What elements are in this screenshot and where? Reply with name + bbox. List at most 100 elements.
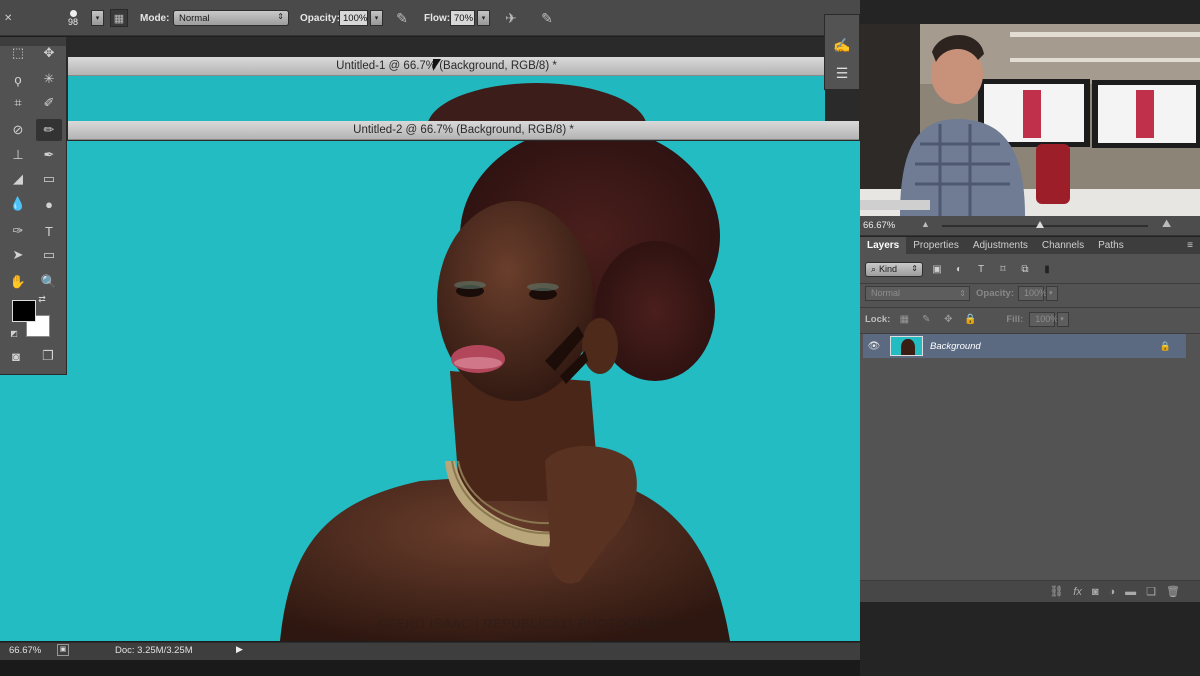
filter-kind-value: Kind (879, 264, 898, 274)
filter-adjustment-icon[interactable]: ◐ (951, 261, 967, 277)
layer-row[interactable]: 👁 Background 🔒 (863, 334, 1186, 358)
lock-pixels-icon[interactable]: ✎ (918, 311, 934, 327)
layer-name[interactable]: Background (930, 341, 981, 352)
status-menu-arrow-icon[interactable]: ▶ (236, 644, 243, 655)
lock-all-icon[interactable]: 🔒 (962, 311, 978, 327)
layer-opacity-field[interactable]: 100% (1018, 285, 1047, 301)
airbrush-icon[interactable]: ✈ (500, 7, 522, 29)
rectangle-icon[interactable]: ▭ (36, 244, 62, 266)
flow-field[interactable]: 70% (450, 10, 475, 26)
screen-mode-icon[interactable]: ❐ (35, 345, 61, 367)
mode-select[interactable]: Normal ⇕ (173, 10, 289, 26)
lock-label: Lock: (865, 313, 891, 325)
layer-opacity-label: Opacity: (976, 287, 1015, 299)
pressure-size-icon[interactable]: ✎ (536, 7, 558, 29)
tab-properties[interactable]: Properties (906, 237, 966, 254)
brush-panel-toggle-icon[interactable]: ▦ (110, 9, 128, 27)
document-window-1[interactable]: Untitled-1 @ 66.7% (Background, RGB/8) * (68, 57, 825, 121)
new-group-icon[interactable]: ▬ (1125, 586, 1136, 598)
status-bar: 66.67% ▣ Doc: 3.25M/3.25M ▶ (0, 642, 900, 660)
navigator-zoom-value[interactable]: 66.67% (863, 220, 895, 231)
lock-position-icon[interactable]: ✥ (940, 311, 956, 327)
panel-menu-icon[interactable]: ≡ (1180, 237, 1200, 254)
default-colors-icon[interactable]: ◩ (7, 327, 21, 339)
tab-paths[interactable]: Paths (1091, 237, 1131, 254)
lock-transparency-icon[interactable]: ▦ (896, 311, 912, 327)
add-mask-icon[interactable]: ◙ (1092, 586, 1099, 598)
eraser-icon[interactable]: ◢ (5, 168, 31, 190)
move-icon[interactable]: ✥ (36, 42, 62, 64)
layer-opacity-dropdown[interactable]: ▾ (1046, 285, 1059, 301)
status-doc-info: Doc: 3.25M/3.25M (115, 645, 193, 656)
collapsed-panel-dock: ✍ ☰ (824, 14, 860, 90)
filter-toggle-icon[interactable]: ▮ (1039, 261, 1055, 277)
zoom-in-icon[interactable]: ⛰ (1162, 218, 1171, 231)
clone-stamp-icon[interactable]: ⊥ (5, 144, 31, 166)
type-icon[interactable]: T (36, 220, 62, 242)
filter-kind-select[interactable]: ⌕ Kind ⇕ (865, 261, 923, 277)
opacity-slider-dropdown[interactable]: ▾ (370, 10, 383, 26)
brush-preset-dropdown[interactable]: ▾ (91, 10, 104, 26)
blend-mode-select[interactable]: Normal ⇕ (865, 285, 970, 301)
zoom-slider-thumb[interactable] (1036, 221, 1044, 228)
marquee-icon[interactable]: ⬚ (5, 42, 31, 64)
layers-panel: Layers Properties Adjustments Channels P… (860, 237, 1200, 602)
blur-icon[interactable]: 💧 (5, 193, 31, 215)
filter-shape-icon[interactable]: ⌑ (995, 261, 1011, 277)
document-1-canvas[interactable] (68, 76, 825, 121)
zoom-out-icon[interactable]: ▲ (921, 219, 930, 229)
crop-icon[interactable]: ⌗ (5, 92, 31, 114)
brush-presets-icon[interactable]: ✍ (831, 37, 853, 57)
brush-settings-icon[interactable]: ☰ (831, 65, 853, 85)
lasso-icon[interactable]: ϙ (5, 68, 31, 90)
brush-preset-picker[interactable]: 98 (68, 0, 78, 36)
document-2-title[interactable]: Untitled-2 @ 66.7% (Background, RGB/8) * (68, 121, 859, 140)
tools-panel: ⬚ ✥ ϙ ✳ ⌗ ✐ ⊘ ✏ ⊥ ✒ ◢ ▭ 💧 ● ✑ T ➤ ▭ ✋ 🔍 … (0, 37, 67, 375)
filter-search-icon: ⌕ (871, 263, 877, 274)
tab-channels[interactable]: Channels (1035, 237, 1091, 254)
tab-adjustments[interactable]: Adjustments (966, 237, 1035, 254)
healing-brush-icon[interactable]: ⊘ (5, 119, 31, 141)
history-brush-icon[interactable]: ✒ (36, 144, 62, 166)
new-layer-icon[interactable]: ❏ (1146, 585, 1156, 598)
fill-field[interactable]: 100% (1029, 311, 1058, 327)
dodge-icon[interactable]: ● (36, 193, 62, 215)
magic-wand-icon[interactable]: ✳ (36, 68, 62, 90)
fill-label: Fill: (1006, 313, 1024, 325)
document-1-title[interactable]: Untitled-1 @ 66.7% (Background, RGB/8) * (68, 57, 825, 76)
tab-layers[interactable]: Layers (860, 237, 907, 254)
status-zoom[interactable]: 66.67% (9, 645, 41, 656)
document-2-canvas[interactable]: ©FERD ISAAC | REPUBLIC311 PHOTOGRAPHY (0, 141, 953, 641)
swap-colors-icon[interactable]: ⇄ (34, 292, 50, 306)
document-window-2[interactable]: Untitled-2 @ 66.7% (Background, RGB/8) * (0, 121, 953, 642)
hair-preview-image (428, 83, 646, 121)
eyedropper-icon[interactable]: ✐ (36, 92, 62, 114)
flow-label: Flow: (424, 12, 451, 24)
layer-style-fx-icon[interactable]: fx (1073, 586, 1082, 598)
foreground-color-swatch[interactable] (12, 300, 36, 322)
quick-mask-icon[interactable]: ◙ (3, 345, 29, 367)
delete-layer-icon[interactable]: 🗑 (1166, 585, 1180, 598)
fill-dropdown[interactable]: ▾ (1057, 311, 1070, 327)
filter-pixel-icon[interactable]: ▣ (929, 261, 945, 277)
link-layers-icon[interactable]: ⛓ (1049, 585, 1063, 598)
pen-icon[interactable]: ✑ (5, 220, 31, 242)
hand-icon[interactable]: ✋ (5, 271, 31, 293)
layers-panel-tabs: Layers Properties Adjustments Channels P… (860, 237, 1200, 254)
layer-thumbnail[interactable] (890, 336, 923, 356)
gradient-icon[interactable]: ▭ (36, 168, 62, 190)
opacity-field[interactable]: 100% (339, 10, 368, 26)
filter-type-icon[interactable]: T (973, 261, 989, 277)
zoom-slider-track[interactable] (942, 225, 1148, 227)
pressure-opacity-icon[interactable]: ✎ (391, 7, 413, 29)
path-selection-icon[interactable]: ➤ (5, 244, 31, 266)
flow-slider-dropdown[interactable]: ▾ (477, 10, 490, 26)
layer-visibility-eye-icon[interactable]: 👁 (863, 341, 885, 352)
filter-smart-object-icon[interactable]: ⧉ (1017, 261, 1033, 277)
close-options-icon[interactable]: ✕ (4, 0, 12, 36)
status-info-icon[interactable]: ▣ (57, 644, 69, 656)
zoom-icon[interactable]: 🔍 (36, 271, 62, 293)
select-arrows-icon: ⇕ (959, 288, 966, 298)
brush-icon[interactable]: ✏ (36, 119, 62, 141)
new-adjustment-layer-icon[interactable]: ◑ (1109, 586, 1116, 598)
